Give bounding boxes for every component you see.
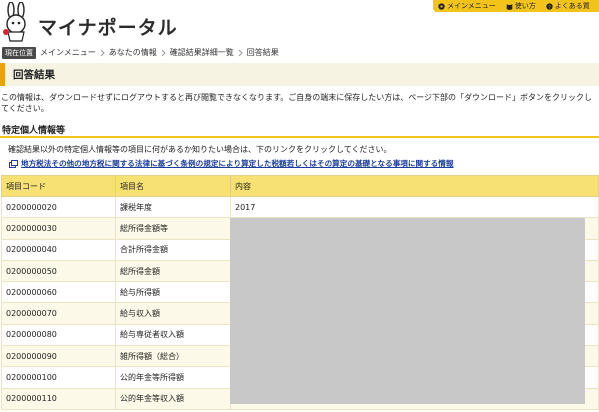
cell-name: 給与専従者収入額 [115,323,231,347]
cell-code: 0200000040 [1,238,116,261]
cell-code: 0200000050 [1,259,116,283]
cell-code: 0200000110 [1,387,116,410]
cell-name: 公的年金等所得額 [115,366,231,389]
breadcrumb: 現在位置 メインメニュー あなたの情報 確認結果詳細一覧 回答結果 [0,44,599,61]
top-menu-faq-label: よくある質 [554,2,590,10]
menu-dot-icon [438,2,445,10]
chevron-right-icon [100,49,105,56]
svg-text:?: ? [548,4,551,9]
table-row: 0200000020 課税年度 2017 [1,195,599,219]
breadcrumb-text: 確認結果詳細一覧 [169,48,234,57]
cell-name: 公的年金等収入額 [115,387,231,410]
cell-code: 0200000060 [1,281,116,304]
chevron-right-icon [238,49,243,56]
cell-name: 総所得金額等 [115,217,231,240]
top-menu-howto-label: 使い方 [514,2,536,10]
cell-name: 雑所得額（総合） [115,345,231,368]
section-header: 特定個人情報等 [0,123,599,138]
cell-code: 0200000090 [1,345,116,368]
top-menu-faq[interactable]: ? よくある質 [546,1,590,11]
top-menu-main[interactable]: メインメニュー [438,1,496,11]
cell-code: 0200000030 [1,217,116,240]
column-header-value: 内容 [230,175,599,197]
breadcrumb-item-current: 回答結果 [247,47,279,58]
section-title: 特定個人情報等 [2,126,66,136]
cell-name: 課税年度 [115,195,231,219]
info-link[interactable]: 地方税法その他の地方税に関する法律に基づく条例の規定により算定した税額若しくはそ… [9,158,453,169]
cell-code: 0200000070 [1,302,116,325]
breadcrumb-text: 回答結果 [246,48,279,57]
top-menu-howto[interactable]: 使い方 [506,1,536,11]
cell-code: 0200000100 [1,366,116,389]
column-header-code: 項目コード [1,175,116,197]
cell-name: 総所得金額 [115,259,231,283]
download-notice: この情報は、ダウンロードせずにログアウトすると再び閲覧できなくなります。ご自身の… [1,93,593,113]
cell-name: 合計所得金額 [115,238,231,261]
breadcrumb-text: あなたの情報 [108,48,157,57]
page-title-bar: 回答結果 [0,63,599,86]
column-header-name: 項目名 [115,175,231,197]
redaction-block [230,218,585,404]
cell-value: 2017 [230,195,599,219]
cell-code: 0200000020 [1,195,116,219]
brand-title[interactable]: マイナポータル [38,13,178,40]
breadcrumb-label: 現在位置 [2,46,36,59]
info-link-text[interactable]: 地方税法その他の地方税に関する法律に基づく条例の規定により算定した税額若しくはそ… [21,158,453,169]
cell-name: 給与所得額 [115,281,231,304]
site-header: マイナポータル メインメニュー 使い方 ? よくある質 [0,0,599,44]
cell-code: 0200000080 [1,323,116,347]
top-menu-main-label: メインメニュー [447,2,496,10]
book-icon [506,3,513,10]
section-description: 確認結果以外の特定個人情報等の項目に何があるか知りたい場合は、下のリンクをクリッ… [8,145,392,154]
breadcrumb-item-result-list[interactable]: 確認結果詳細一覧 [170,47,243,58]
cell-name: 給与収入額 [115,302,231,325]
mascot-logo-icon[interactable] [2,2,32,42]
breadcrumb-item-main-menu[interactable]: メインメニュー [40,47,105,58]
breadcrumb-text: メインメニュー [40,48,96,57]
table-header-row: 項目コード 項目名 内容 [1,175,599,197]
page-title: 回答結果 [13,69,55,81]
top-menu: メインメニュー 使い方 ? よくある質 [433,0,599,12]
question-icon: ? [546,2,553,10]
chevron-right-icon [161,49,166,56]
external-window-icon [9,159,18,168]
breadcrumb-item-your-info[interactable]: あなたの情報 [109,47,166,58]
